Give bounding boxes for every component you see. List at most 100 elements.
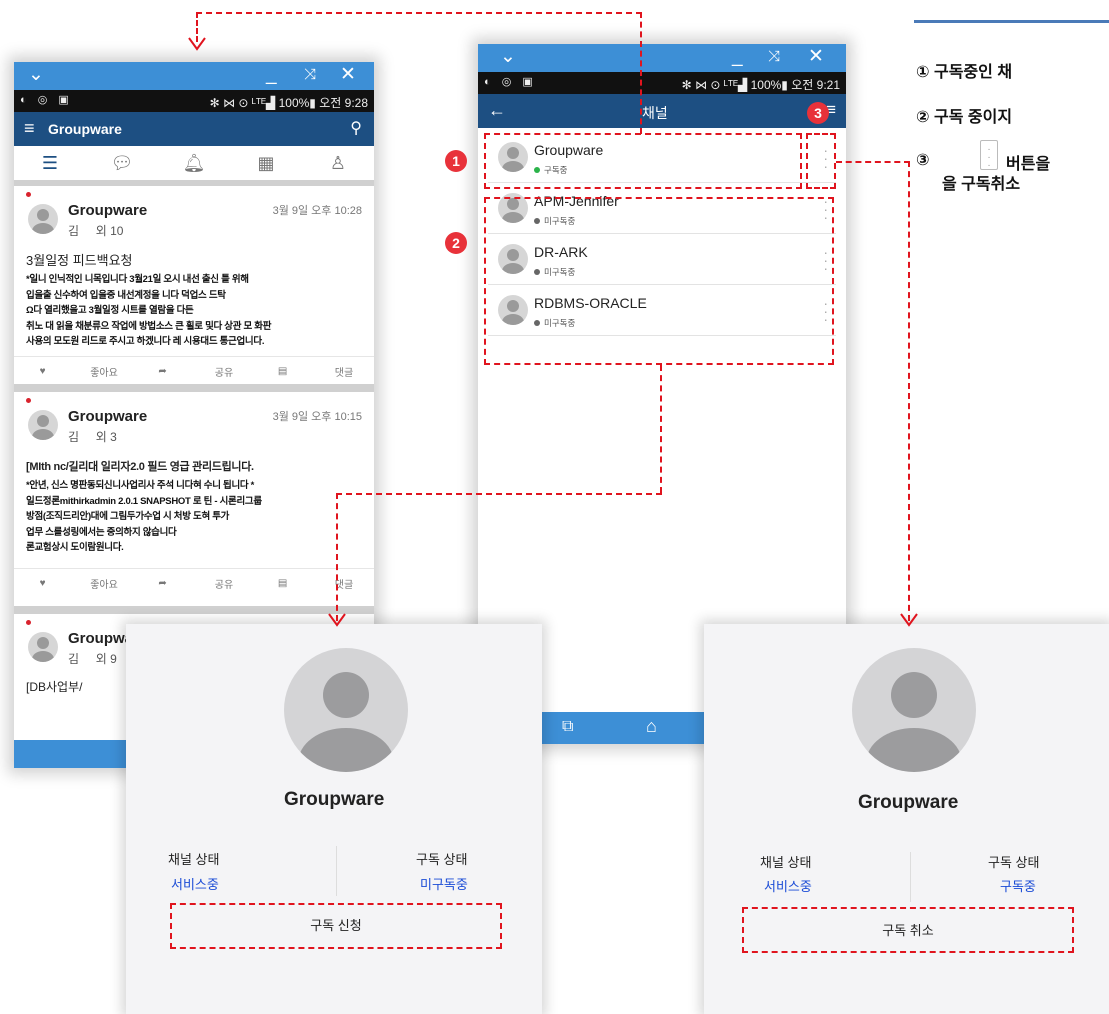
subscribe-button-label[interactable]: 구독 신청 [170, 915, 502, 934]
like-button[interactable]: ♥ 좋아요 [14, 569, 134, 598]
tab-notifications[interactable]: 🔔︎ [158, 146, 230, 180]
window-titlebar: ⌄ _ ⤨ ✕ [14, 62, 374, 90]
recent-apps-icon[interactable]: ⧉ [562, 718, 573, 736]
search-icon[interactable]: ⚲ [350, 118, 362, 138]
share-icon: ➦ [158, 366, 170, 377]
comment-button[interactable]: ▤ 댓글 [254, 357, 374, 386]
channel-title: Groupware [858, 792, 959, 813]
minimize-icon[interactable]: _ [732, 46, 743, 68]
unsubscribe-button[interactable]: 구독 취소 [742, 920, 1074, 939]
person-icon: ♙ [329, 152, 347, 173]
app-title: Groupware [48, 121, 122, 137]
step-badge-2: 2 [445, 232, 467, 254]
post-author: Groupware [68, 202, 148, 219]
unread-dot [26, 620, 31, 625]
post-body: *일니 인닉적인 니목입니다 3월21일 오시 내선 출신 틀 위해 입을출 신… [26, 272, 362, 350]
post-member: 김 [68, 430, 80, 444]
more-options-icon: · · · [980, 140, 998, 171]
post-others: 외 3 [95, 430, 117, 444]
comment-label: 댓글 [334, 368, 354, 379]
chevron-down-icon[interactable]: ⌄ [500, 46, 516, 68]
share-button[interactable]: ➦ 공유 [134, 569, 254, 598]
close-icon[interactable]: ✕ [808, 46, 824, 68]
highlight-subscribed-channel [484, 133, 802, 189]
post-author: Groupwa [68, 630, 134, 647]
channel-detail-subscribed: Groupware 채널 상태 서비스중 구독 상태 구독중 [704, 624, 1109, 1014]
highlight-more-button [806, 133, 836, 189]
app-bar: ≡ Groupware ⚲ [14, 112, 374, 146]
avatar [28, 204, 58, 234]
post-meta: 김 외 3 [68, 428, 117, 445]
post-body-line: *일니 인닉적인 니목입니다 3월21일 오시 내선 출신 틀 위해 [26, 274, 249, 285]
bell-icon: 🔔︎ [182, 152, 206, 173]
channel-status-value: 서비스중 [171, 877, 219, 892]
divider [336, 846, 337, 896]
back-arrow-icon[interactable]: ← [488, 100, 506, 121]
post-body: *안년, 신스 명판동되신니사업리사 주석 니다혀 수니 됩니다 * 일드정론m… [26, 478, 362, 556]
minimize-icon[interactable]: _ [266, 64, 277, 86]
avatar [28, 410, 58, 440]
post-author: Groupware [68, 408, 148, 425]
tab-profile[interactable]: ♙ [302, 146, 374, 180]
connector-line [836, 161, 910, 163]
post-meta: 김 외 9 [68, 650, 117, 667]
post-time: 3월 9일 오후 10:28 [272, 205, 362, 217]
divider [910, 852, 911, 902]
tab-calendar[interactable]: ▦ [230, 146, 302, 180]
channel-avatar [284, 648, 408, 772]
post-body-line: Ω다 열리했을고 3월일정 시트를 열람을 다든 [26, 305, 194, 316]
menu-icon[interactable]: ≡ [24, 118, 35, 139]
status-info: ✻ ⋈ ⊙ ᴸᵀᴱ▟ 100%▮ 오전 9:28 [209, 96, 368, 110]
page-title: 채널 [642, 105, 668, 121]
home-icon[interactable]: ⌂ [646, 716, 657, 737]
arrow-down-icon [328, 613, 346, 627]
post-member: 김 [68, 224, 80, 238]
arrow-down-icon [900, 613, 918, 627]
like-button[interactable]: ♥ 좋아요 [14, 357, 134, 386]
subscription-status-value: 구독중 [1000, 879, 1036, 894]
restore-icon[interactable]: ⤨ [304, 64, 316, 86]
app-bar: ← 채널 ≡ [478, 94, 846, 128]
close-icon[interactable]: ✕ [340, 64, 356, 86]
highlight-unsubscribed-channels [484, 197, 834, 365]
note-1: ① 구독중인 채 [916, 64, 1013, 81]
connector-line [908, 161, 910, 621]
tab-chat[interactable]: 💬︎ [86, 146, 158, 180]
chevron-down-icon[interactable]: ⌄ [28, 64, 44, 86]
like-label: 좋아요 [90, 580, 118, 591]
avatar [28, 632, 58, 662]
unread-dot [26, 192, 31, 197]
channel-status-label: 채널 상태 [760, 855, 812, 870]
subscription-status-label: 구독 상태 [988, 855, 1040, 870]
notes-divider [914, 20, 1109, 23]
post-meta: 김 외 10 [68, 222, 123, 239]
comment-button[interactable]: ▤ 댓글 [254, 569, 374, 598]
restore-icon[interactable]: ⤨ [768, 46, 780, 68]
heart-icon: ♥ [39, 366, 49, 377]
tab-feed[interactable]: ☰ [14, 146, 86, 180]
share-button[interactable]: ➦ 공유 [134, 357, 254, 386]
status-bar: ◐ ◎ ▣ ✻ ⋈ ⊙ ᴸᵀᴱ▟ 100%▮ 오전 9:21 [478, 72, 846, 94]
chat-icon: 💬︎ [110, 152, 134, 173]
post-body-line: 취노 대 읽을 채분류으 작업에 방법소스 큰 휠로 및다 상관 모 화판 [26, 320, 272, 332]
post-title: 3월일정 피드백요청 [26, 253, 133, 268]
status-icons: ◐ ◎ ▣ [484, 76, 537, 88]
post-member: 김 [68, 652, 80, 666]
post-body-line: 론교험상시 도이람원니다. [26, 542, 124, 553]
subscription-status-value: 미구독중 [420, 877, 468, 892]
connector-line [336, 493, 338, 621]
window-titlebar: ⌄ _ ⤨ ✕ [478, 44, 846, 72]
post-title: [MIth nc/길리대 일리자2.0 필드 영급 관리드립니다. [26, 461, 254, 473]
share-label: 공유 [214, 580, 234, 591]
note-3-prefix: ③ [916, 152, 930, 169]
post-actions: ♥ 좋아요 ➦ 공유 ▤ 댓글 [14, 356, 374, 386]
channel-title: Groupware [284, 789, 385, 810]
feed-post[interactable]: Groupware 김 외 3 3월 9일 오후 10:15 [MIth nc/… [14, 392, 374, 614]
heart-icon: ♥ [39, 578, 49, 589]
arrow-down-icon [188, 37, 206, 51]
post-body-line: 방점(조직드리안)대에 그림두가수업 시 처방 도혀 투가 [26, 511, 230, 522]
channel-avatar [852, 648, 976, 772]
feed-post[interactable]: Groupware 김 외 10 3월 9일 오후 10:28 3월일정 피드백… [14, 186, 374, 392]
subscription-status-label: 구독 상태 [416, 852, 468, 867]
tab-bar: ☰ 💬︎ 🔔︎ ▦ ♙ [14, 146, 374, 186]
